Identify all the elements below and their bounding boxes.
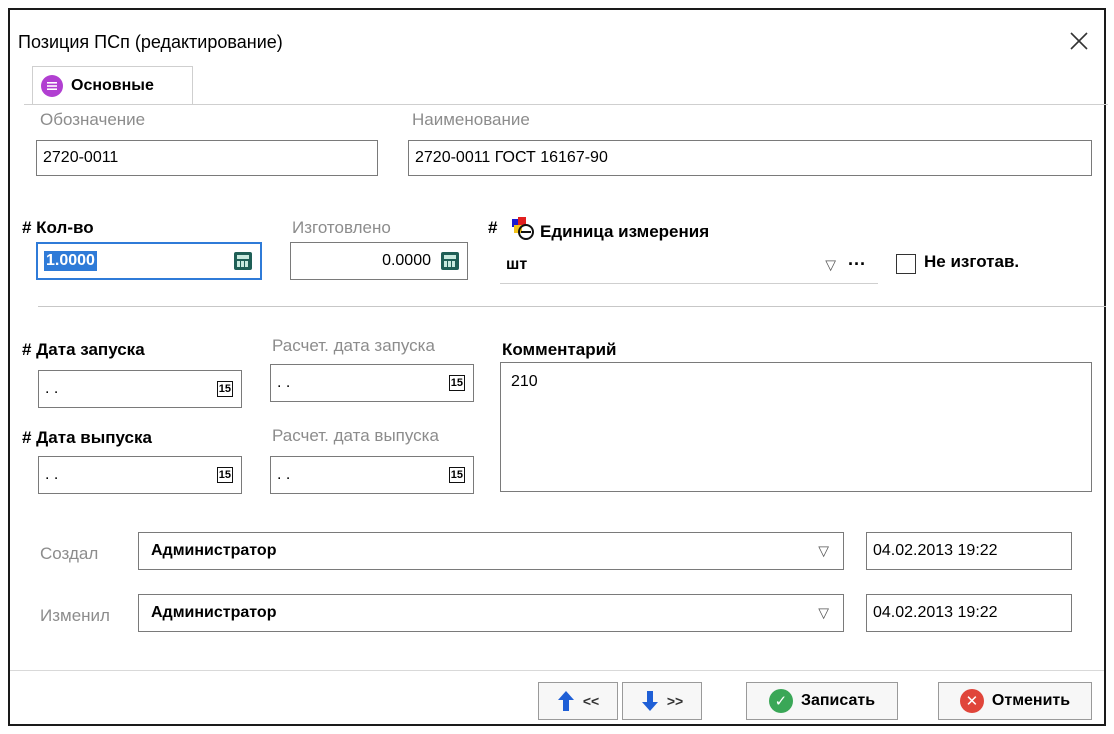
previous-label: << bbox=[582, 693, 600, 709]
created-by-select[interactable]: Администратор ▽ bbox=[138, 532, 844, 570]
arrow-up-icon bbox=[557, 691, 574, 711]
modified-by-select[interactable]: Администратор ▽ bbox=[138, 594, 844, 632]
created-by-label: Создал bbox=[40, 544, 99, 563]
window-title: Позиция ПСп (редактирование) bbox=[18, 32, 283, 52]
manufactured-value: 0.0000 bbox=[382, 252, 431, 269]
calc-start-date-field[interactable]: . . 15 bbox=[270, 364, 474, 402]
calendar-icon[interactable]: 15 bbox=[216, 467, 233, 483]
release-date-value: . . bbox=[45, 466, 59, 483]
modified-timestamp: 04.02.2013 19:22 bbox=[873, 604, 998, 621]
more-button[interactable]: ··· bbox=[848, 254, 866, 275]
arrow-down-icon bbox=[641, 691, 658, 711]
calendar-icon[interactable]: 15 bbox=[216, 381, 233, 397]
modified-timestamp-field: 04.02.2013 19:22 bbox=[866, 594, 1072, 632]
previous-button[interactable]: << bbox=[538, 682, 618, 720]
created-timestamp: 04.02.2013 19:22 bbox=[873, 542, 998, 559]
cancel-button[interactable]: ✕ Отменить bbox=[938, 682, 1092, 720]
title-bar: Позиция ПСп (редактирование) bbox=[10, 10, 1104, 66]
close-icon[interactable] bbox=[1066, 28, 1092, 54]
manufactured-field[interactable]: 0.0000 bbox=[290, 242, 468, 280]
name-value: 2720-0011 ГОСТ 16167-90 bbox=[415, 149, 608, 166]
footer-divider bbox=[10, 670, 1104, 671]
units-icon bbox=[510, 216, 536, 242]
created-timestamp-field: 04.02.2013 19:22 bbox=[866, 532, 1072, 570]
calc-release-date-value: . . bbox=[277, 466, 291, 483]
list-icon bbox=[41, 74, 63, 97]
start-date-field[interactable]: . . 15 bbox=[38, 370, 242, 408]
calc-start-date-label: Расчет. дата запуска bbox=[272, 336, 435, 355]
unit-label: Единица измерения bbox=[540, 222, 710, 241]
quantity-label: # Кол-во bbox=[22, 218, 94, 237]
calc-start-date-value: . . bbox=[277, 374, 291, 391]
start-date-label: # Дата запуска bbox=[22, 340, 145, 359]
divider bbox=[38, 306, 1106, 307]
created-by-value: Администратор bbox=[151, 542, 277, 559]
not-manufactured-checkbox[interactable] bbox=[896, 254, 916, 274]
release-date-field[interactable]: . . 15 bbox=[38, 456, 242, 494]
tab-main[interactable]: Основные bbox=[32, 66, 193, 104]
cancel-icon: ✕ bbox=[959, 689, 984, 713]
check-icon: ✓ bbox=[768, 689, 793, 713]
unit-select[interactable]: шт ▽ ··· bbox=[500, 246, 878, 284]
designation-value: 2720-0011 bbox=[43, 149, 119, 166]
modified-by-label: Изменил bbox=[40, 606, 110, 625]
manufactured-label: Изготовлено bbox=[292, 218, 391, 237]
quantity-value: 1.0000 bbox=[44, 251, 97, 271]
comment-value: 210 bbox=[511, 373, 538, 390]
chevron-down-icon[interactable]: ▽ bbox=[825, 256, 836, 273]
comment-textarea[interactable]: 210 bbox=[500, 362, 1092, 492]
save-label: Записать bbox=[800, 692, 876, 709]
save-button[interactable]: ✓ Записать bbox=[746, 682, 898, 720]
designation-field[interactable]: 2720-0011 bbox=[36, 140, 378, 176]
not-manufactured-label: Не изготав. bbox=[924, 252, 1020, 271]
name-field[interactable]: 2720-0011 ГОСТ 16167-90 bbox=[408, 140, 1092, 176]
chevron-down-icon[interactable]: ▽ bbox=[818, 605, 829, 622]
cancel-label: Отменить bbox=[991, 692, 1071, 709]
unit-value: шт bbox=[506, 255, 528, 273]
chevron-down-icon[interactable]: ▽ bbox=[818, 543, 829, 560]
calendar-icon[interactable]: 15 bbox=[448, 467, 465, 483]
release-date-label: # Дата выпуска bbox=[22, 428, 152, 447]
start-date-value: . . bbox=[45, 380, 59, 397]
comment-label: Комментарий bbox=[502, 340, 617, 359]
calendar-icon[interactable]: 15 bbox=[448, 375, 465, 391]
calc-release-date-label: Расчет. дата выпуска bbox=[272, 426, 439, 445]
edit-position-dialog: Позиция ПСп (редактирование) Основные Об… bbox=[8, 8, 1108, 726]
unit-prefix: # bbox=[488, 218, 498, 237]
quantity-field[interactable]: 1.0000 bbox=[36, 242, 262, 280]
calculator-icon[interactable] bbox=[234, 252, 252, 270]
calc-release-date-field[interactable]: . . 15 bbox=[270, 456, 474, 494]
tab-label: Основные bbox=[71, 76, 154, 94]
name-label: Наименование bbox=[412, 110, 530, 129]
modified-by-value: Администратор bbox=[151, 604, 277, 621]
next-button[interactable]: >> bbox=[622, 682, 702, 720]
calculator-icon[interactable] bbox=[441, 252, 459, 270]
next-label: >> bbox=[666, 693, 684, 709]
designation-label: Обозначение bbox=[40, 110, 146, 129]
